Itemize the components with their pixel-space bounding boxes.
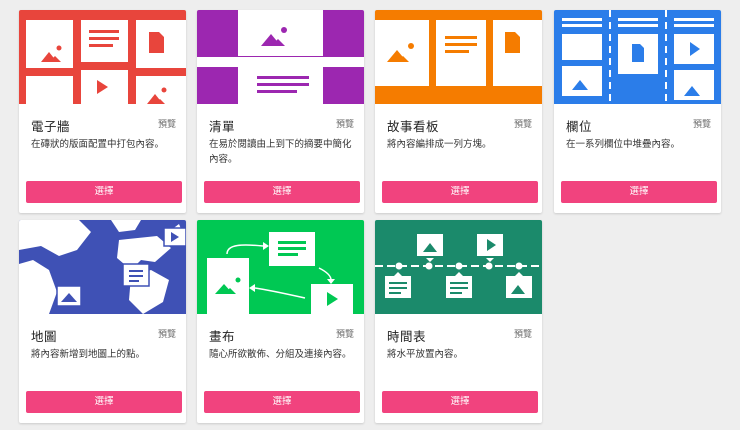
timeline-thumbnail <box>375 220 542 314</box>
card-title: 故事看板 <box>387 119 440 134</box>
card-description: 隨心所欲散佈、分組及連接內容。 <box>209 349 352 360</box>
card-map[interactable]: 地圖 預覽 將內容新增到地圖上的點。 選擇 <box>19 220 186 423</box>
preview-link[interactable]: 預覽 <box>336 327 354 340</box>
card-columns[interactable]: 欄位 預覽 在一系列欄位中堆疊內容。 選擇 <box>554 10 721 213</box>
preview-link[interactable]: 預覽 <box>693 117 711 130</box>
wall-icon <box>19 10 186 104</box>
select-button[interactable]: 選擇 <box>204 391 360 413</box>
map-thumbnail <box>19 220 186 314</box>
map-icon <box>19 220 186 314</box>
card-wall[interactable]: 電子牆 預覽 在磚狀的版面配置中打包內容。 選擇 <box>19 10 186 213</box>
card-timeline[interactable]: 時間表 預覽 將水平放置內容。 選擇 <box>375 220 542 423</box>
preview-link[interactable]: 預覽 <box>158 327 176 340</box>
list-thumbnail <box>197 10 364 104</box>
select-button[interactable]: 選擇 <box>26 391 182 413</box>
card-description: 將內容新增到地圖上的點。 <box>31 349 146 360</box>
storyboard-icon <box>375 10 542 104</box>
select-button[interactable]: 選擇 <box>382 181 538 203</box>
card-description: 在易於閱讀由上到下的摘要中簡化內容。 <box>209 139 352 165</box>
card-title: 清單 <box>209 119 236 134</box>
card-list[interactable]: 清單 預覽 在易於閱讀由上到下的摘要中簡化內容。 選擇 <box>197 10 364 213</box>
columns-thumbnail <box>554 10 721 104</box>
select-button[interactable]: 選擇 <box>204 181 360 203</box>
list-icon <box>197 10 364 104</box>
card-canvas[interactable]: 畫布 預覽 隨心所欲散佈、分組及連接內容。 選擇 <box>197 220 364 423</box>
card-title: 時間表 <box>387 329 427 344</box>
select-button[interactable]: 選擇 <box>382 391 538 413</box>
card-title: 欄位 <box>566 119 593 134</box>
card-description: 在磚狀的版面配置中打包內容。 <box>31 139 165 150</box>
wall-thumbnail <box>19 10 186 104</box>
columns-icon <box>554 10 721 104</box>
card-title: 電子牆 <box>31 119 71 134</box>
storyboard-thumbnail <box>375 10 542 104</box>
card-description: 在一系列欄位中堆疊內容。 <box>566 139 681 150</box>
card-description: 將內容編排成一列方塊。 <box>387 139 492 150</box>
canvas-thumbnail <box>197 220 364 314</box>
preview-link[interactable]: 預覽 <box>514 327 532 340</box>
card-storyboard[interactable]: 故事看板 預覽 將內容編排成一列方塊。 選擇 <box>375 10 542 213</box>
card-description: 將水平放置內容。 <box>387 349 464 360</box>
preview-link[interactable]: 預覽 <box>336 117 354 130</box>
card-title: 畫布 <box>209 329 236 344</box>
preview-link[interactable]: 預覽 <box>158 117 176 130</box>
select-button[interactable]: 選擇 <box>561 181 717 203</box>
canvas-icon <box>197 220 364 314</box>
card-title: 地圖 <box>31 329 58 344</box>
preview-link[interactable]: 預覽 <box>514 117 532 130</box>
select-button[interactable]: 選擇 <box>26 181 182 203</box>
timeline-icon <box>375 220 542 314</box>
